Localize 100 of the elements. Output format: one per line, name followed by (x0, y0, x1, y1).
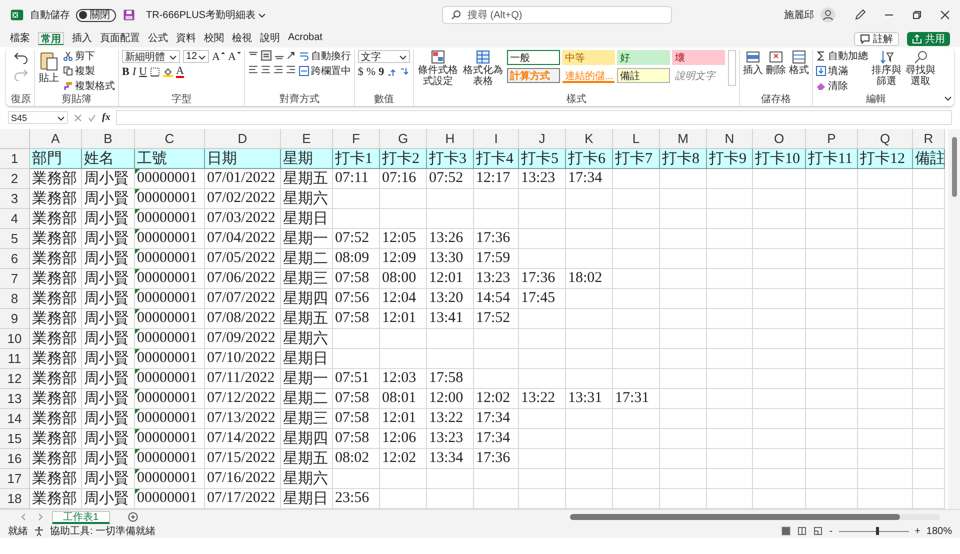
decimal-increase-icon[interactable] (387, 67, 398, 77)
insert-function-button[interactable]: fx (102, 112, 110, 123)
fill-button[interactable]: 填滿 (816, 65, 868, 77)
row-header[interactable]: 11 (0, 349, 30, 369)
cell-style-option[interactable]: 中等 (562, 50, 616, 65)
column-header[interactable]: E (281, 129, 333, 149)
ribbon-tab[interactable]: 常用 (38, 32, 64, 45)
row-header[interactable]: 15 (0, 429, 30, 449)
column-header[interactable]: Q (858, 129, 913, 149)
clear-button[interactable]: 清除 (816, 80, 868, 92)
conditional-formatting-button[interactable]: 條件式格式設定 (417, 50, 460, 87)
merge-center-button[interactable]: 跨欄置中 (298, 65, 351, 77)
column-header[interactable]: J (519, 129, 566, 149)
decimal-decrease-icon[interactable] (400, 67, 410, 77)
row-header[interactable]: 14 (0, 409, 30, 429)
ribbon-tab[interactable]: 說明 (260, 31, 280, 46)
currency-button[interactable]: $ (358, 66, 364, 78)
page-break-icon[interactable] (813, 526, 824, 536)
save-icon[interactable] (122, 8, 136, 22)
row-header[interactable]: 18 (0, 489, 30, 509)
column-header[interactable]: H (427, 129, 474, 149)
font-color-button[interactable]: A (176, 66, 184, 78)
column-header[interactable]: M (660, 129, 707, 149)
row-header[interactable]: 6 (0, 249, 30, 269)
sort-filter-button[interactable]: 排序與篩選 (871, 50, 902, 87)
underline-button[interactable]: U (139, 66, 147, 78)
borders-icon[interactable] (150, 67, 160, 77)
fill-color-icon[interactable] (162, 67, 173, 77)
zoom-percent[interactable]: 180% (926, 526, 952, 536)
column-header[interactable]: A (30, 129, 82, 149)
italic-button[interactable]: I (132, 66, 136, 78)
column-header[interactable]: C (135, 129, 205, 149)
row-header[interactable]: 9 (0, 309, 30, 329)
name-box[interactable]: S45 (8, 111, 68, 124)
ribbon-tab[interactable]: 檢視 (232, 31, 252, 46)
row-header[interactable]: 12 (0, 369, 30, 389)
autosum-button[interactable]: 自動加總 (816, 50, 868, 62)
font-name-dropdown[interactable]: 新細明體 (122, 50, 180, 63)
paste-button[interactable]: 貼上 (38, 50, 60, 84)
autosave-toggle[interactable]: 關閉 (76, 8, 116, 22)
ribbon-tab[interactable]: 公式 (148, 31, 168, 46)
delete-cells-button[interactable]: 刪除 (766, 50, 786, 76)
restore-icon[interactable] (912, 10, 922, 20)
format-as-table-button[interactable]: 格式化為表格 (462, 50, 504, 87)
row-header[interactable]: 4 (0, 209, 30, 229)
number-format-dropdown[interactable]: 文字 (358, 50, 410, 63)
horizontal-align-icons[interactable] (248, 64, 296, 75)
normal-view-icon[interactable] (781, 526, 792, 536)
add-sheet-icon[interactable] (128, 512, 138, 522)
page-layout-icon[interactable] (797, 526, 808, 536)
row-header[interactable]: 1 (0, 149, 30, 169)
column-header[interactable]: N (707, 129, 753, 149)
percent-button[interactable]: % (366, 66, 376, 78)
row-header[interactable]: 8 (0, 289, 30, 309)
column-header[interactable]: F (333, 129, 380, 149)
cell-style-option[interactable]: 一般 (507, 50, 560, 65)
column-header[interactable]: B (82, 129, 135, 149)
previous-sheet-icon[interactable] (20, 513, 28, 521)
grow-font-button[interactable]: A (212, 50, 225, 62)
close-icon[interactable] (940, 10, 950, 20)
cell-style-option[interactable]: 說明文字 (672, 68, 726, 83)
bold-button[interactable]: B (122, 66, 130, 78)
avatar-icon[interactable] (820, 7, 836, 23)
font-size-dropdown[interactable]: 12 (183, 50, 209, 63)
copy-button[interactable]: 複製 (63, 65, 115, 77)
ribbon-tab[interactable]: Acrobat (288, 31, 322, 46)
pen-icon[interactable] (854, 9, 866, 21)
column-header[interactable]: G (380, 129, 427, 149)
column-header[interactable]: O (753, 129, 806, 149)
row-header[interactable]: 7 (0, 269, 30, 289)
row-header[interactable]: 16 (0, 449, 30, 469)
accessibility-status[interactable]: 協助工具: 一切準備就緒 (50, 524, 156, 538)
column-header[interactable]: K (566, 129, 613, 149)
ribbon-tab[interactable]: 插入 (72, 31, 92, 46)
filename-dropdown[interactable]: TR-666PLUS考勤明細表 (146, 8, 266, 22)
zoom-in-button[interactable]: + (914, 526, 920, 536)
find-select-button[interactable]: 尋找與選取 (905, 50, 936, 87)
row-header[interactable]: 5 (0, 229, 30, 249)
cut-button[interactable]: 剪下 (63, 50, 115, 62)
column-header[interactable]: I (474, 129, 519, 149)
comma-style-button[interactable]: 9 (378, 66, 384, 78)
cell-style-option[interactable]: 壞 (672, 50, 726, 65)
row-header[interactable]: 3 (0, 189, 30, 209)
horizontal-scrollbar[interactable] (570, 514, 940, 520)
column-header[interactable]: D (205, 129, 281, 149)
ribbon-tab[interactable]: 校閱 (204, 31, 224, 46)
zoom-out-button[interactable]: - (829, 526, 833, 536)
ribbon-tab[interactable]: 資料 (176, 31, 196, 46)
column-header[interactable]: L (613, 129, 660, 149)
column-header[interactable]: R (913, 129, 945, 149)
search-field[interactable]: 搜尋 (Alt+Q) (442, 6, 672, 24)
row-header[interactable]: 13 (0, 389, 30, 409)
format-cells-button[interactable]: 格式 (789, 50, 810, 76)
shrink-font-button[interactable]: A (228, 50, 241, 62)
collapse-ribbon-icon[interactable] (944, 94, 952, 102)
undo-icon[interactable] (14, 50, 28, 64)
row-header[interactable]: 17 (0, 469, 30, 489)
share-button[interactable]: 共用 (907, 32, 950, 46)
insert-cells-button[interactable]: 插入 (743, 50, 764, 76)
formula-input[interactable] (116, 110, 952, 125)
